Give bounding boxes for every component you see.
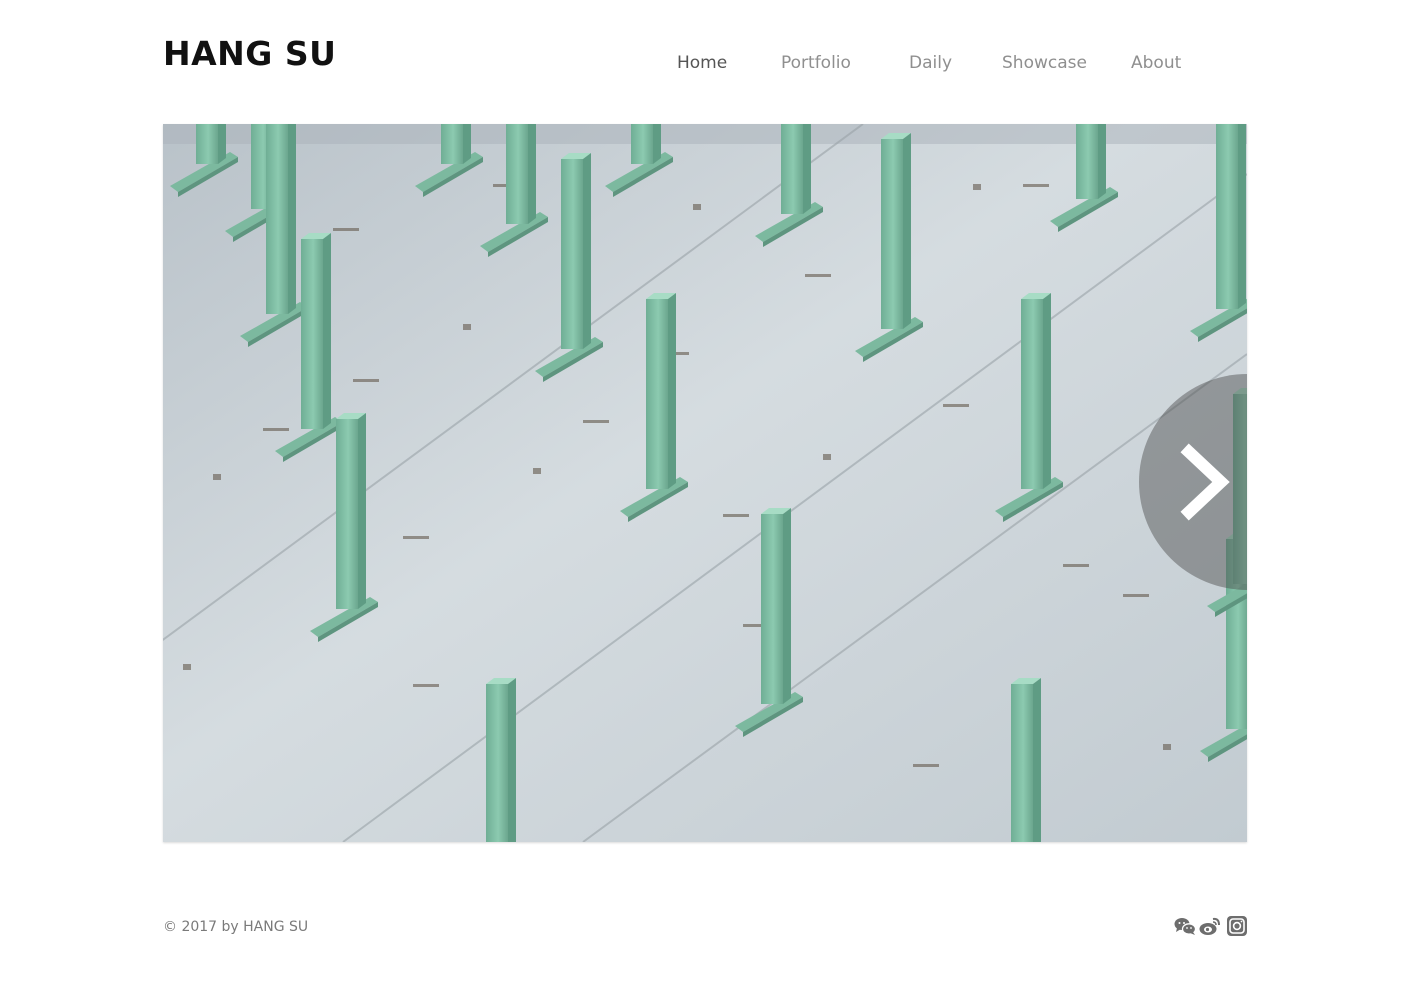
nav-item-about[interactable]: About <box>1131 50 1181 76</box>
slideshow[interactable] <box>163 124 1247 842</box>
nav-item-showcase[interactable]: Showcase <box>1002 50 1087 76</box>
instagram-icon[interactable] <box>1226 914 1248 938</box>
weibo-icon[interactable] <box>1199 914 1221 938</box>
nav-item-home[interactable]: Home <box>677 50 727 76</box>
wechat-icon[interactable] <box>1174 914 1196 938</box>
slideshow-image <box>163 124 1247 842</box>
social-links <box>1174 914 1248 938</box>
nav-item-daily[interactable]: Daily <box>909 50 952 76</box>
site-logo[interactable]: HANG SU <box>163 34 336 74</box>
nav-item-portfolio[interactable]: Portfolio <box>781 50 851 76</box>
page: HANG SU Home Portfolio Daily Showcase Ab… <box>0 0 1425 1000</box>
copyright-text: © 2017 by HANG SU <box>163 919 309 935</box>
